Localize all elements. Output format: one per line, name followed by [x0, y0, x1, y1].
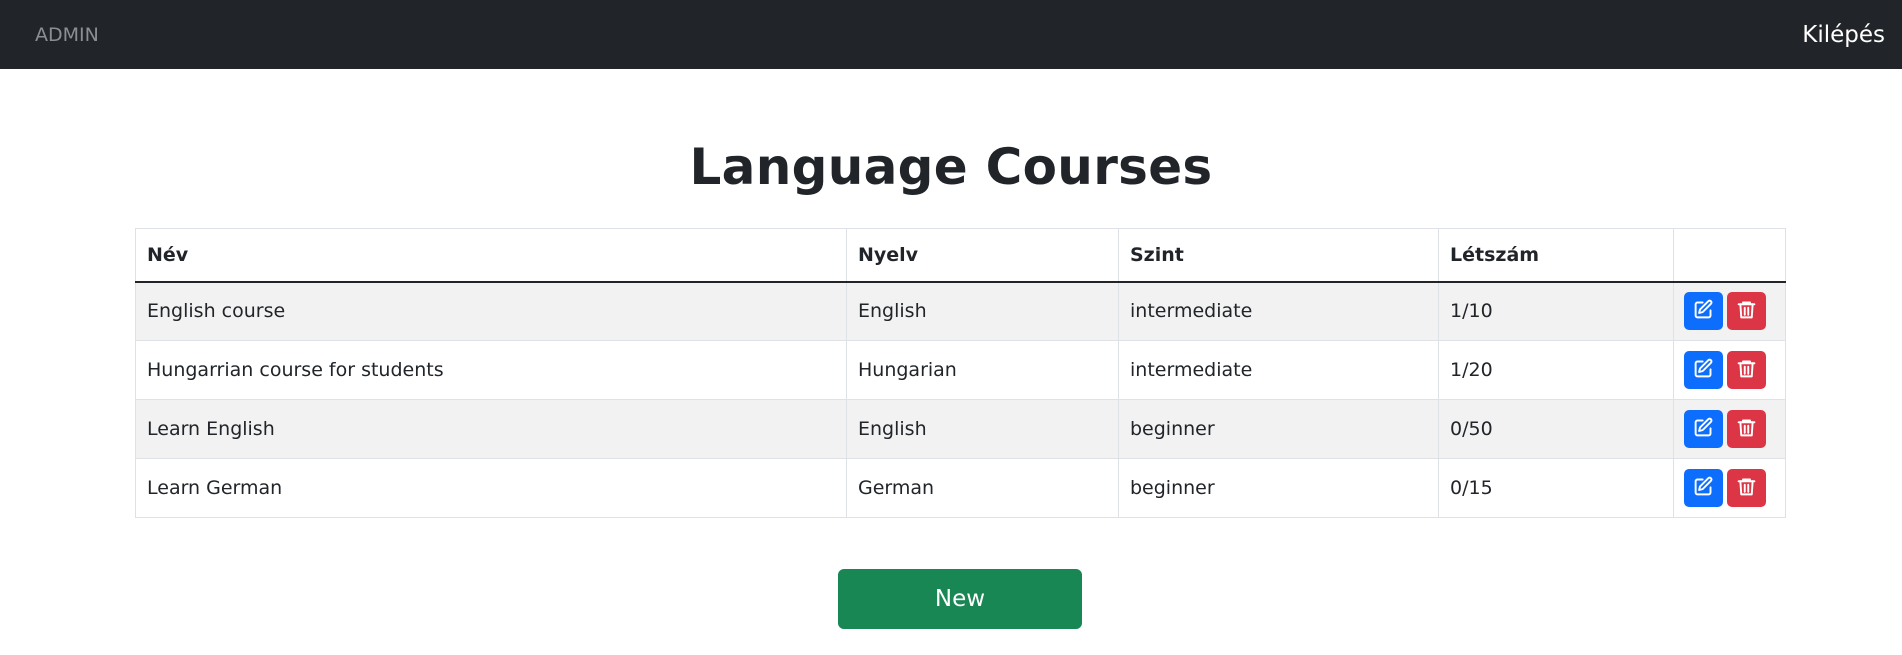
logout-link[interactable]: Kilépés: [1802, 22, 1885, 48]
delete-button[interactable]: [1727, 469, 1766, 507]
trash-icon: [1736, 476, 1757, 500]
table-row: Learn English English beginner 0/50: [135, 399, 1786, 459]
course-count: 1/20: [1438, 340, 1674, 400]
table-row: Learn German German beginner 0/15: [135, 458, 1786, 518]
course-language: English: [846, 399, 1119, 459]
row-actions: [1673, 458, 1786, 518]
course-name: Learn German: [135, 458, 847, 518]
column-header-level: Szint: [1118, 228, 1439, 283]
course-name: Hungarrian course for students: [135, 340, 847, 400]
table-row: Hungarrian course for students Hungarian…: [135, 340, 1786, 400]
course-count: 1/10: [1438, 281, 1674, 341]
delete-button[interactable]: [1727, 292, 1766, 331]
row-actions: [1673, 281, 1786, 341]
row-actions: [1673, 340, 1786, 400]
row-actions: [1673, 399, 1786, 459]
delete-button[interactable]: [1727, 351, 1766, 389]
column-header-actions: [1673, 228, 1786, 283]
course-name: English course: [135, 281, 847, 341]
edit-button[interactable]: [1684, 351, 1723, 389]
navbar: ADMIN Kilépés: [0, 0, 1902, 69]
trash-icon: [1736, 417, 1757, 441]
course-level: intermediate: [1118, 281, 1439, 341]
column-header-name: Név: [135, 228, 847, 283]
table-header-row: Név Nyelv Szint Létszám: [135, 228, 1786, 283]
course-name: Learn English: [135, 399, 847, 459]
edit-button[interactable]: [1684, 292, 1723, 331]
edit-icon: [1693, 358, 1714, 382]
course-level: beginner: [1118, 458, 1439, 518]
trash-icon: [1736, 299, 1757, 323]
course-level: beginner: [1118, 399, 1439, 459]
trash-icon: [1736, 358, 1757, 382]
courses-table: Név Nyelv Szint Létszám English course E…: [135, 228, 1786, 518]
course-language: German: [846, 458, 1119, 518]
edit-icon: [1693, 476, 1714, 500]
edit-button[interactable]: [1684, 469, 1723, 507]
edit-icon: [1693, 299, 1714, 323]
new-course-button[interactable]: New: [838, 569, 1082, 629]
delete-button[interactable]: [1727, 410, 1766, 448]
column-header-count: Létszám: [1438, 228, 1674, 283]
course-language: English: [846, 281, 1119, 341]
edit-icon: [1693, 417, 1714, 441]
course-count: 0/15: [1438, 458, 1674, 518]
column-header-language: Nyelv: [846, 228, 1119, 283]
course-count: 0/50: [1438, 399, 1674, 459]
course-level: intermediate: [1118, 340, 1439, 400]
page-title: Language Courses: [689, 138, 1213, 196]
course-language: Hungarian: [846, 340, 1119, 400]
table-row: English course English intermediate 1/10: [135, 281, 1786, 341]
courses-table-container: Név Nyelv Szint Létszám English course E…: [135, 228, 1786, 518]
brand-link[interactable]: ADMIN: [35, 24, 99, 46]
edit-button[interactable]: [1684, 410, 1723, 448]
